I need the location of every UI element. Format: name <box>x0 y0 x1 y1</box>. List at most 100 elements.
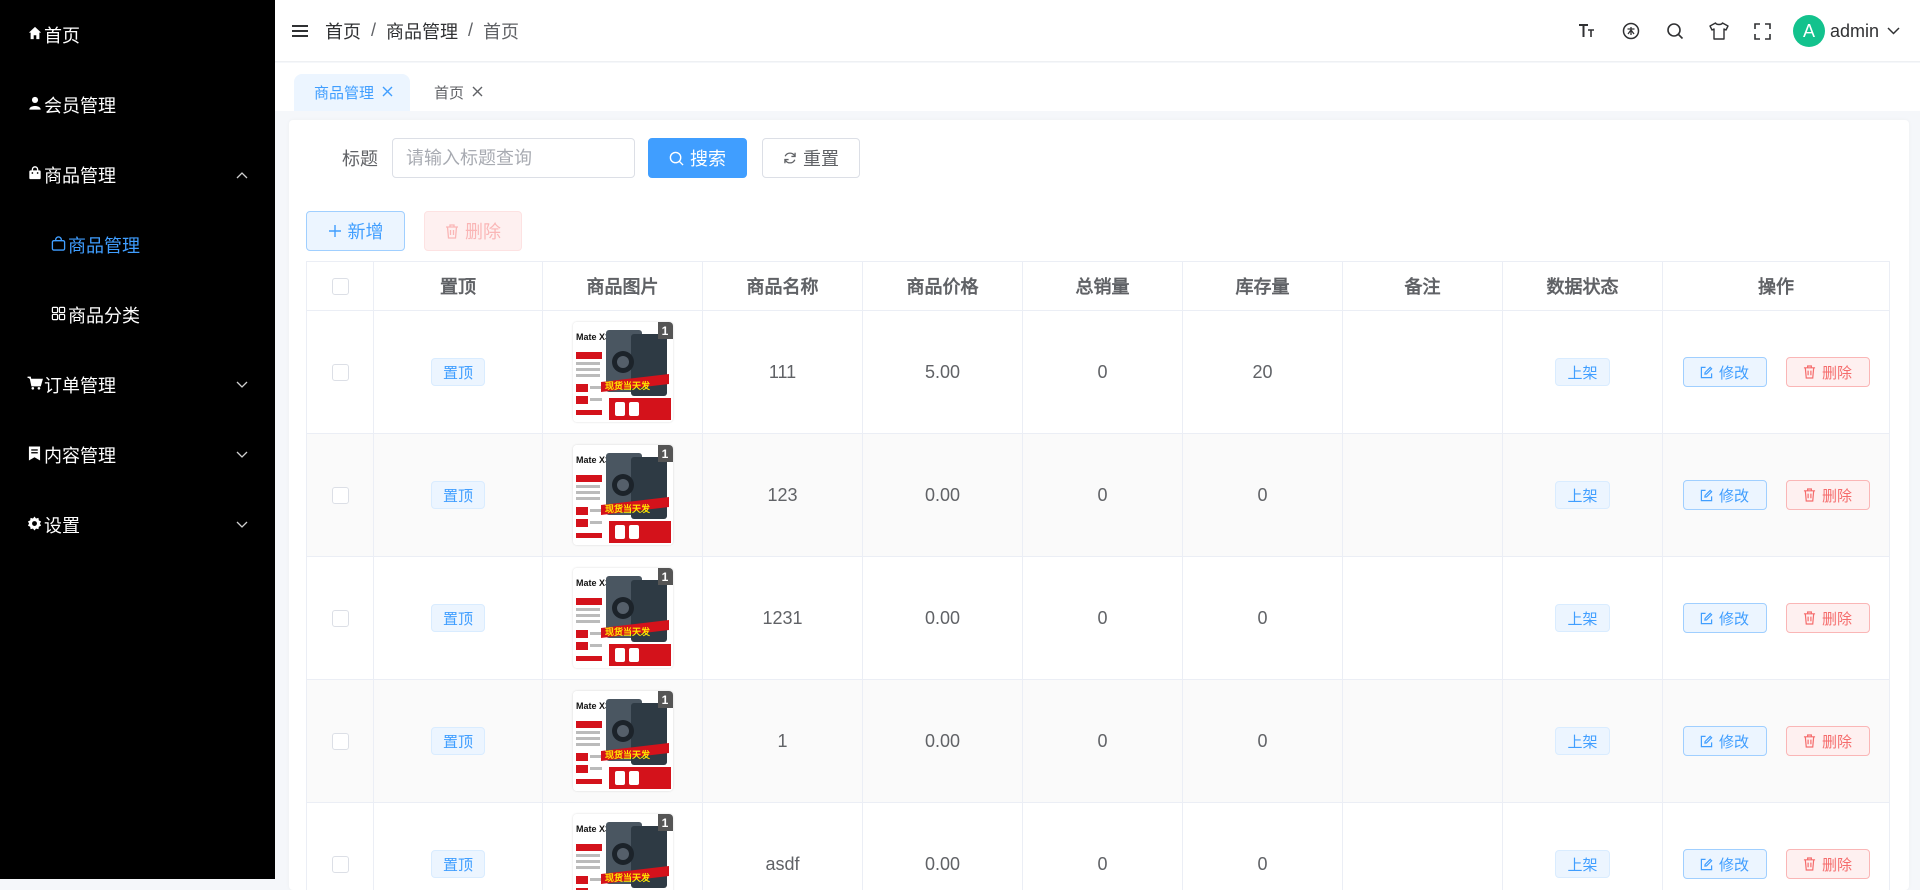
stock-quantity: 20 <box>1183 311 1343 433</box>
row-checkbox[interactable] <box>331 609 349 627</box>
title-search-input[interactable] <box>392 138 635 178</box>
sidebar-item-label: 订单管理 <box>44 376 116 396</box>
sidebar-item-settings[interactable]: 设置 <box>0 490 275 560</box>
sidebar-item-orders[interactable]: 订单管理 <box>0 350 275 420</box>
delete-button-label: 删除 <box>1821 364 1852 382</box>
row-select-cell <box>307 680 374 802</box>
stock-quantity: 0 <box>1183 680 1343 802</box>
fullscreen-icon[interactable] <box>1741 0 1785 62</box>
theme-shirt-icon[interactable] <box>1697 0 1741 62</box>
column-header: 商品名称 <box>703 262 863 310</box>
delete-button[interactable]: 删除 <box>1785 849 1870 879</box>
product-image[interactable]: Mate X3 现货当天发 1 <box>572 322 673 422</box>
edit-button[interactable]: 修改 <box>1682 603 1767 633</box>
trash-icon <box>1803 365 1816 379</box>
edit-icon <box>1700 612 1713 624</box>
edit-button[interactable]: 修改 <box>1682 849 1767 879</box>
product-image[interactable]: Mate X3 现货当天发 1 <box>572 445 673 545</box>
row-select-cell <box>307 557 374 679</box>
trash-icon <box>1803 857 1816 871</box>
row-checkbox[interactable] <box>331 855 349 873</box>
font-size-icon[interactable] <box>1565 0 1609 62</box>
user-icon <box>26 96 43 114</box>
row-checkbox[interactable] <box>331 486 349 504</box>
chevron-down-icon <box>236 378 248 392</box>
breadcrumb-item[interactable]: 首页 <box>325 18 361 44</box>
language-icon[interactable] <box>1609 0 1653 62</box>
status-cell: 上架 <box>1503 803 1663 890</box>
image-title: Mate X3 <box>576 455 610 465</box>
column-header: 数据状态 <box>1503 262 1663 310</box>
pin-top-button[interactable]: 置顶 <box>430 358 485 386</box>
row-select-cell <box>307 311 374 433</box>
stock-quantity: 0 <box>1183 434 1343 556</box>
avatar[interactable]: A <box>1792 15 1825 47</box>
batch-delete-button[interactable]: 删除 <box>424 211 522 251</box>
image-banner: 现货当天发 <box>605 503 651 514</box>
image-banner: 现货当天发 <box>605 380 651 391</box>
sidebar-item-goods-category[interactable]: 商品分类 <box>0 280 275 350</box>
close-icon[interactable] <box>382 84 393 101</box>
tab-home[interactable]: 首页 <box>414 74 500 111</box>
status-badge: 上架 <box>1555 604 1610 632</box>
breadcrumb: 首页 / 商品管理 / 首页 <box>325 18 519 44</box>
sidebar-item-content[interactable]: 内容管理 <box>0 420 275 490</box>
total-sales: 0 <box>1023 434 1183 556</box>
image-cell: Mate X3 现货当天发 1 <box>543 803 703 890</box>
image-cell: Mate X3 现货当天发 1 <box>543 557 703 679</box>
sidebar-item-members[interactable]: 会员管理 <box>0 70 275 140</box>
delete-button-label: 删除 <box>465 222 501 242</box>
edit-button-label: 修改 <box>1718 487 1749 505</box>
select-all-checkbox[interactable] <box>331 277 349 295</box>
search-icon[interactable] <box>1653 0 1697 62</box>
column-header: 总销量 <box>1023 262 1183 310</box>
menu-toggle-icon[interactable] <box>292 24 308 37</box>
edit-button-label: 修改 <box>1718 856 1749 874</box>
sidebar-item-goods-management[interactable]: 商品管理 <box>0 210 275 280</box>
remark <box>1343 311 1503 433</box>
sidebar-item-goods[interactable]: 商品管理 <box>0 140 275 210</box>
row-checkbox[interactable] <box>331 363 349 381</box>
chevron-down-icon[interactable] <box>1887 22 1900 40</box>
product-price: 5.00 <box>863 311 1023 433</box>
delete-button[interactable]: 删除 <box>1785 603 1870 633</box>
pin-top-button[interactable]: 置顶 <box>430 850 485 878</box>
remark <box>1343 680 1503 802</box>
delete-button[interactable]: 删除 <box>1785 357 1870 387</box>
delete-button[interactable]: 删除 <box>1785 726 1870 756</box>
close-icon[interactable] <box>472 84 483 101</box>
pin-top-button[interactable]: 置顶 <box>430 604 485 632</box>
actions-cell: 修改 删除 <box>1663 434 1889 556</box>
add-button[interactable]: 新增 <box>306 211 405 251</box>
product-image[interactable]: Mate X3 现货当天发 1 <box>572 568 673 668</box>
breadcrumb-separator: / <box>371 20 377 40</box>
total-sales: 0 <box>1023 680 1183 802</box>
pin-top-button[interactable]: 置顶 <box>430 727 485 755</box>
row-checkbox[interactable] <box>331 732 349 750</box>
column-header: 商品图片 <box>543 262 703 310</box>
breadcrumb-item[interactable]: 商品管理 <box>386 18 458 44</box>
search-button[interactable]: 搜索 <box>648 138 747 178</box>
edit-button[interactable]: 修改 <box>1682 726 1767 756</box>
chevron-up-icon <box>236 168 248 182</box>
delete-button-label: 删除 <box>1821 856 1852 874</box>
actions-cell: 修改 删除 <box>1663 680 1889 802</box>
search-icon <box>669 151 684 166</box>
image-cell: Mate X3 现货当天发 1 <box>543 680 703 802</box>
edit-button[interactable]: 修改 <box>1682 480 1767 510</box>
delete-button[interactable]: 删除 <box>1785 480 1870 510</box>
edit-button[interactable]: 修改 <box>1682 357 1767 387</box>
reset-button[interactable]: 重置 <box>762 138 860 178</box>
product-image[interactable]: Mate X3 现货当天发 1 <box>572 691 673 791</box>
breadcrumb-separator: / <box>468 20 474 40</box>
sidebar-item-home[interactable]: 首页 <box>0 0 275 70</box>
tab-goods-management[interactable]: 商品管理 <box>294 74 411 111</box>
image-count-badge: 1 <box>657 322 673 339</box>
user-name[interactable]: admin <box>1830 21 1879 42</box>
status-badge: 上架 <box>1555 850 1610 878</box>
product-name: asdf <box>703 803 863 890</box>
pin-top-button[interactable]: 置顶 <box>430 481 485 509</box>
status-badge: 上架 <box>1555 358 1610 386</box>
row-select-cell <box>307 803 374 890</box>
edit-button-label: 修改 <box>1718 610 1749 628</box>
